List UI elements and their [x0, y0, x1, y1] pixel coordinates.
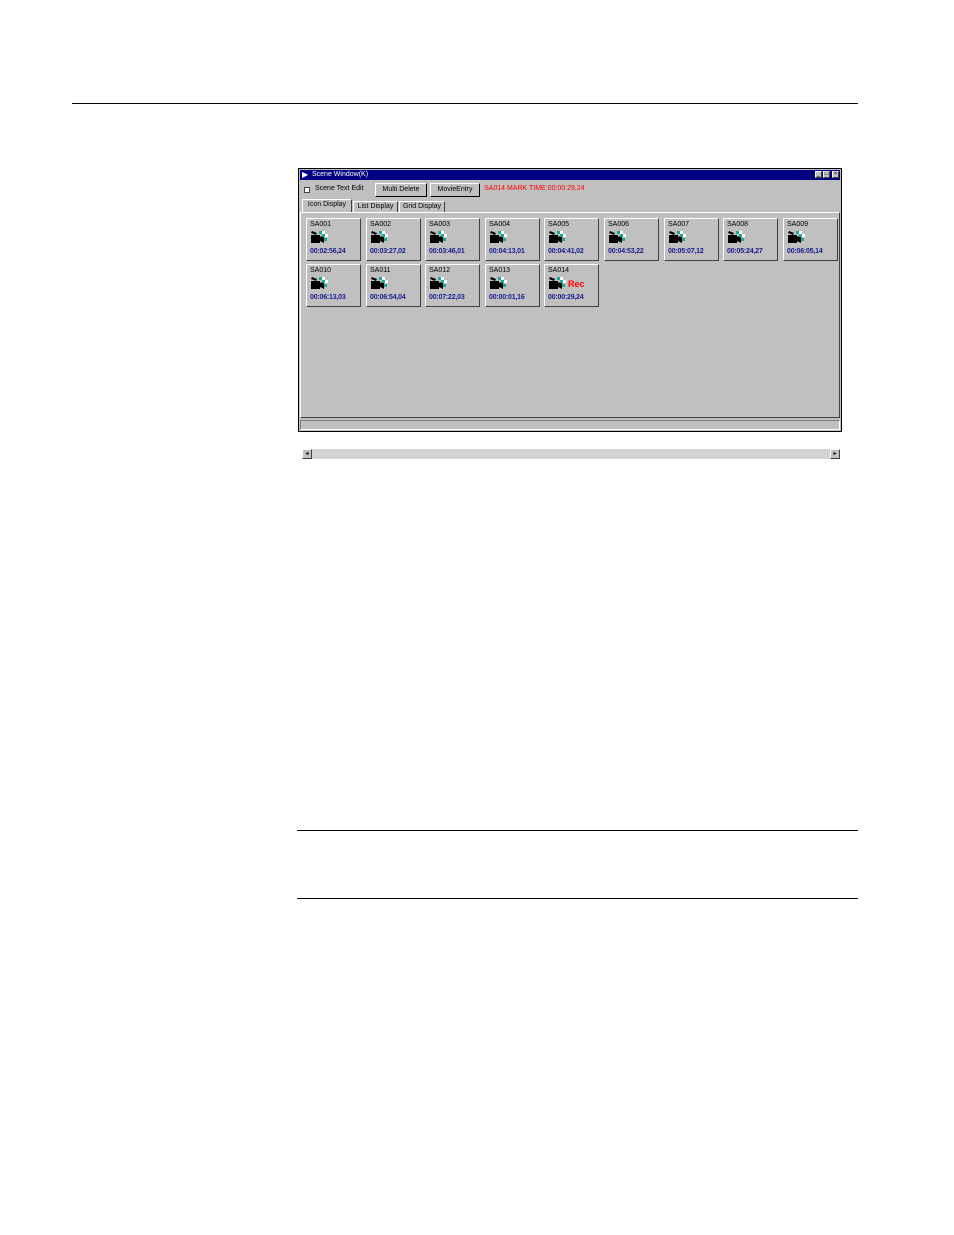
scene-timecode: 00:03:46,01 [429, 248, 465, 255]
video-camera-icon [429, 230, 447, 244]
scene-timecode: 00:00:29,24 [548, 294, 584, 301]
tab-icon-display[interactable]: Icon Display [302, 199, 352, 212]
status-bar [300, 420, 840, 430]
video-camera-icon [370, 276, 388, 290]
scene-tile[interactable]: SA014 Rec 00:00:29,24 [544, 264, 599, 307]
maximize-button[interactable]: □ [823, 171, 830, 178]
scene-tile[interactable]: SA013 00:00:01,16 [485, 264, 540, 307]
video-camera-icon [548, 230, 566, 244]
video-camera-icon [310, 230, 328, 244]
scene-name: SA002 [370, 221, 392, 228]
scene-tile[interactable]: SA009 00:06:05,14 [783, 218, 838, 261]
scene-name: SA004 [489, 221, 511, 228]
scene-tile[interactable]: SA006 00:04:53,22 [604, 218, 659, 261]
video-camera-icon [370, 230, 388, 244]
horizontal-scrollbar[interactable]: ◂ ▸ [302, 449, 840, 459]
scene-timecode: 00:02:56,24 [310, 248, 346, 255]
scene-tile[interactable]: SA011 00:06:54,04 [366, 264, 421, 307]
video-camera-icon [310, 276, 328, 290]
multi-delete-button[interactable]: Multi Delete [375, 183, 427, 197]
mark-time-readout: SA014 MARK TIME:00:00:29,24 [484, 185, 585, 192]
scene-tile[interactable]: SA003 00:03:46,01 [425, 218, 480, 261]
video-camera-icon [489, 230, 507, 244]
scene-name: SA008 [727, 221, 749, 228]
scene-text-edit-checkbox[interactable] [304, 187, 310, 193]
window-title: Scene Window(K) [312, 171, 369, 178]
page-rule-top [72, 103, 858, 104]
scene-timecode: 00:06:54,04 [370, 294, 406, 301]
scene-timecode: 00:04:53,22 [608, 248, 644, 255]
video-camera-icon [548, 276, 566, 290]
scene-timecode: 00:03:27,02 [370, 248, 406, 255]
minimize-button[interactable]: _ [815, 171, 822, 178]
scene-tile[interactable]: SA010 00:06:13,03 [306, 264, 361, 307]
scene-tile[interactable]: SA002 00:03:27,02 [366, 218, 421, 261]
toolbar: Scene Text Edit Multi Delete MovieEntry … [302, 183, 838, 197]
scene-tile[interactable]: SA008 00:05:24,27 [723, 218, 778, 261]
icon-display-panel: SA001 00:02:56,24 SA002 00:03:27,02 SA003 00:… [300, 212, 840, 459]
title-bar[interactable]: ▶ Scene Window(K) _ □ × [300, 170, 840, 180]
scene-name: SA011 [370, 267, 391, 274]
scene-name: SA009 [787, 221, 809, 228]
scene-name: SA001 [310, 221, 332, 228]
movie-entry-button[interactable]: MovieEntry [430, 183, 480, 197]
scene-name: SA012 [429, 267, 451, 274]
scene-name: SA005 [548, 221, 570, 228]
video-camera-icon [787, 230, 805, 244]
scene-name: SA007 [668, 221, 690, 228]
note-rule-top [297, 830, 858, 831]
scene-tile[interactable]: SA007 00:05:07,12 [664, 218, 719, 261]
scroll-left-button[interactable]: ◂ [302, 449, 312, 459]
scene-name: SA010 [310, 267, 332, 274]
scene-timecode: 00:05:24,27 [727, 248, 763, 255]
tab-list-display[interactable]: List Display [353, 201, 398, 212]
video-camera-icon [489, 276, 507, 290]
scene-timecode: 00:06:05,14 [787, 248, 823, 255]
tab-grid-display[interactable]: Grid Display [399, 201, 445, 212]
scene-text-edit-label: Scene Text Edit [315, 185, 364, 192]
scene-timecode: 00:07:22,03 [429, 294, 465, 301]
app-icon[interactable]: ▶ [302, 171, 308, 179]
note-rule-bottom [297, 898, 858, 899]
scene-tile[interactable]: SA004 00:04:13,01 [485, 218, 540, 261]
scene-timecode: 00:05:07,12 [668, 248, 704, 255]
scene-name: SA006 [608, 221, 630, 228]
video-camera-icon [608, 230, 626, 244]
close-button[interactable]: × [832, 171, 839, 178]
scene-window: ▶ Scene Window(K) _ □ × Scene Text Edit … [298, 168, 842, 459]
scene-name: SA014 [548, 267, 570, 274]
scene-tile[interactable]: SA012 00:07:22,03 [425, 264, 480, 307]
scene-timecode: 00:00:01,16 [489, 294, 525, 301]
scene-tile[interactable]: SA005 00:04:41,02 [544, 218, 599, 261]
recording-badge: Rec [568, 279, 585, 289]
scene-timecode: 00:04:41,02 [548, 248, 584, 255]
scene-name: SA003 [429, 221, 451, 228]
video-camera-icon [668, 230, 686, 244]
video-camera-icon [429, 276, 447, 290]
scene-name: SA013 [489, 267, 511, 274]
scene-timecode: 00:04:13,01 [489, 248, 525, 255]
video-camera-icon [727, 230, 745, 244]
scene-timecode: 00:06:13,03 [310, 294, 346, 301]
scene-tile[interactable]: SA001 00:02:56,24 [306, 218, 361, 261]
scroll-right-button[interactable]: ▸ [830, 449, 840, 459]
